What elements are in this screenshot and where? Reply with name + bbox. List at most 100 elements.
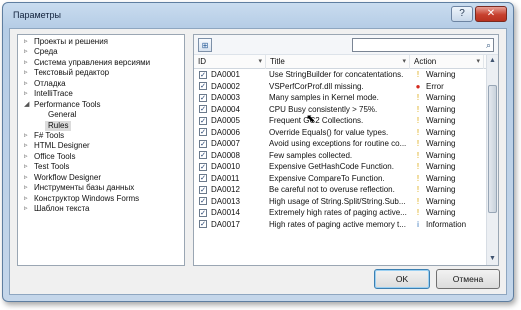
tree-item[interactable]: ▹ Отладка xyxy=(18,79,184,89)
tree-item[interactable]: ▹ HTML Designer xyxy=(18,141,184,151)
sort-action-icon[interactable]: ▾ xyxy=(476,55,480,69)
rule-row[interactable]: ✓ DA0001 Use StringBuilder for concatentat… xyxy=(194,69,486,81)
scroll-thumb[interactable] xyxy=(488,85,497,213)
tree-item[interactable]: ▹ Test Tools xyxy=(18,162,184,172)
rule-id: DA0012 xyxy=(211,185,240,194)
rule-row[interactable]: ✓ DA0017 High rates of paging active memor… xyxy=(194,219,486,231)
rule-row[interactable]: ✓ DA0005 Frequent GC2 Collections.! Warning xyxy=(194,115,486,127)
rule-enabled-checkbox[interactable]: ✓ xyxy=(199,197,207,205)
rule-id: DA0002 xyxy=(211,81,240,91)
rule-enabled-checkbox[interactable]: ✓ xyxy=(199,220,207,228)
toggle-grid-icon[interactable]: ⊞ xyxy=(198,38,212,52)
rule-enabled-checkbox[interactable]: ✓ xyxy=(199,139,207,148)
tree-item[interactable]: ▹ Office Tools xyxy=(18,152,184,162)
expand-arrow-icon[interactable]: ▹ xyxy=(24,131,28,141)
rule-enabled-checkbox[interactable]: ✓ xyxy=(199,185,207,194)
expand-arrow-icon[interactable]: ◢ xyxy=(24,100,29,110)
rule-row[interactable]: ✓ DA0003 Many samples in Kernel mode.! Warn… xyxy=(194,92,486,104)
expand-arrow-icon[interactable]: ▹ xyxy=(24,37,28,47)
rule-action[interactable]: Warning xyxy=(426,161,486,173)
expand-arrow-icon[interactable]: ▹ xyxy=(24,183,28,193)
rule-action[interactable]: Warning xyxy=(426,138,486,150)
expand-arrow-icon[interactable]: ▹ xyxy=(24,58,28,68)
rule-enabled-checkbox[interactable]: ✓ xyxy=(199,208,207,217)
rule-row[interactable]: ✓ DA0010 Expensive GetHashCode Function.! W… xyxy=(194,161,486,173)
search-icon[interactable]: ⌕ xyxy=(486,39,491,52)
rule-row[interactable]: ✓ DA0014 Extremely high rates of paging ac… xyxy=(194,207,486,219)
column-id[interactable]: ID ▾ xyxy=(194,55,266,69)
rule-action[interactable]: Warning xyxy=(426,69,486,81)
scroll-up-icon[interactable]: ▲ xyxy=(487,55,498,67)
tree-item[interactable]: ◢ Performance Tools xyxy=(18,100,184,110)
tree-item[interactable]: ▹ Текстовый редактор xyxy=(18,68,184,78)
tree-item[interactable]: ▹ Система управления версиями xyxy=(18,58,184,68)
tree-item[interactable]: ▹ Инструменты базы данных xyxy=(18,183,184,193)
expand-arrow-icon[interactable]: ▹ xyxy=(24,173,28,183)
expand-arrow-icon[interactable]: ▹ xyxy=(24,47,28,57)
rule-row[interactable]: ✓ DA0011 Expensive CompareTo Function.! War… xyxy=(194,173,486,185)
rule-enabled-checkbox[interactable]: ✓ xyxy=(199,162,207,171)
tree-item[interactable]: ▹ Workflow Designer xyxy=(18,173,184,183)
column-action[interactable]: Action ▾ xyxy=(410,55,484,69)
warning-icon: ! xyxy=(416,150,420,160)
rule-action[interactable]: Warning xyxy=(426,115,486,127)
rule-row[interactable]: ✓ DA0006 Override Equals() for value types… xyxy=(194,127,486,139)
tree-item[interactable]: ▹ Шаблон текста xyxy=(18,204,184,214)
warning-icon: ! xyxy=(416,139,420,148)
help-button[interactable]: ? xyxy=(451,6,473,22)
sort-id-icon[interactable]: ▾ xyxy=(258,55,262,69)
rule-action[interactable]: Error xyxy=(426,81,486,93)
expand-arrow-icon[interactable]: ▹ xyxy=(24,68,28,78)
expand-arrow-icon[interactable]: ▹ xyxy=(24,162,28,172)
rule-enabled-checkbox[interactable]: ✓ xyxy=(199,70,207,79)
warning-icon: ! xyxy=(416,104,420,114)
rule-enabled-checkbox[interactable]: ✓ xyxy=(199,93,207,102)
search-input[interactable]: ⌕ xyxy=(352,38,494,52)
rule-action[interactable]: Warning xyxy=(426,184,486,196)
rule-row[interactable]: ✓ DA0007 Avoid using exceptions for routin… xyxy=(194,138,486,150)
warning-icon: ! xyxy=(416,208,420,217)
rule-row[interactable]: ✓ DA0008 Few samples collected.! Warning xyxy=(194,150,486,162)
expand-arrow-icon[interactable]: ▹ xyxy=(24,141,28,151)
tree-item[interactable]: Rules xyxy=(18,120,184,131)
expand-arrow-icon[interactable]: ▹ xyxy=(24,79,28,89)
rule-action[interactable]: Warning xyxy=(426,150,486,162)
tree-item[interactable]: ▹ IntelliTrace xyxy=(18,89,184,99)
rule-id: DA0005 xyxy=(211,116,240,125)
rule-enabled-checkbox[interactable]: ✓ xyxy=(199,128,207,136)
tree-item[interactable]: ▹ Проекты и решения xyxy=(18,37,184,47)
ok-button[interactable]: OK xyxy=(374,269,430,289)
tree-item[interactable]: ▹ Конструктор Windows Forms xyxy=(18,194,184,204)
rule-enabled-checkbox[interactable]: ✓ xyxy=(199,174,207,182)
rule-enabled-checkbox[interactable]: ✓ xyxy=(199,105,207,113)
rule-enabled-checkbox[interactable]: ✓ xyxy=(199,151,207,159)
close-button[interactable]: ✕ xyxy=(475,6,507,22)
column-title[interactable]: Title ▾ xyxy=(266,55,410,69)
tree-item[interactable]: General xyxy=(18,110,184,120)
rule-row[interactable]: ✓ DA0002 VSPerfCorProf.dll missing. ● Error xyxy=(194,81,486,93)
sort-title-icon[interactable]: ▾ xyxy=(402,55,406,69)
rule-action[interactable]: Warning xyxy=(426,92,486,104)
rule-action[interactable]: Warning xyxy=(426,173,486,185)
rule-action[interactable]: Information xyxy=(426,219,486,231)
rule-row[interactable]: ✓ DA0013 High usage of String.Split/String… xyxy=(194,196,486,208)
vertical-scrollbar[interactable]: ▲ ▼ xyxy=(486,55,498,265)
rule-action[interactable]: Warning xyxy=(426,104,486,116)
expand-arrow-icon[interactable]: ▹ xyxy=(24,152,28,162)
scroll-down-icon[interactable]: ▼ xyxy=(487,253,498,265)
expand-arrow-icon[interactable]: ▹ xyxy=(24,204,28,214)
options-tree[interactable]: ▹ Проекты и решения ▹ Среда ▹ Система управле… xyxy=(17,34,185,266)
rule-enabled-checkbox[interactable]: ✓ xyxy=(199,82,207,90)
rule-row[interactable]: ✓ DA0012 Be careful not to overuse reflect… xyxy=(194,184,486,196)
rule-action[interactable]: Warning xyxy=(426,127,486,139)
rule-enabled-checkbox[interactable]: ✓ xyxy=(199,116,207,125)
tree-item-label: IntelliTrace xyxy=(34,89,73,99)
rule-action[interactable]: Warning xyxy=(426,196,486,208)
rule-action[interactable]: Warning xyxy=(426,207,486,219)
cancel-button[interactable]: Отмена xyxy=(436,269,500,289)
rule-row[interactable]: ✓ DA0004 CPU Busy consistently > 75%.! Warn… xyxy=(194,104,486,116)
tree-item[interactable]: ▹ Среда xyxy=(18,47,184,57)
tree-item[interactable]: ▹ F# Tools xyxy=(18,131,184,141)
expand-arrow-icon[interactable]: ▹ xyxy=(24,194,28,204)
expand-arrow-icon[interactable]: ▹ xyxy=(24,89,28,99)
